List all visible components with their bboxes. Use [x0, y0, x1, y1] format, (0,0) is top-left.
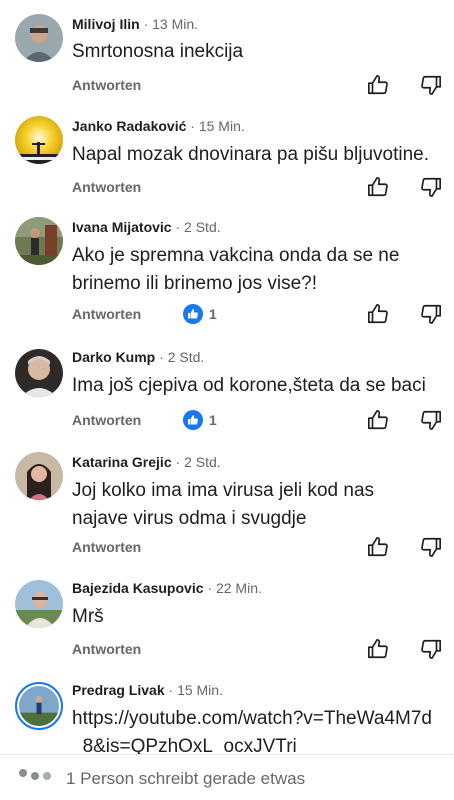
thumbs-up-icon[interactable] — [367, 176, 389, 198]
comment-text: Smrtonosna inekcija — [72, 41, 244, 62]
like-reaction-icon — [183, 410, 203, 430]
reply-button[interactable]: Antworten — [72, 77, 141, 93]
author-name[interactable]: Ivana Mijatovic — [72, 219, 172, 235]
like-reaction[interactable]: 1 — [183, 410, 217, 430]
separator: · — [159, 349, 164, 365]
timestamp: 2 Std. — [184, 454, 221, 470]
like-count: 1 — [209, 306, 217, 322]
like-reaction-icon — [183, 304, 203, 324]
reply-button[interactable]: Antworten — [72, 641, 141, 657]
thumbs-down-icon[interactable] — [420, 303, 442, 325]
separator: · — [143, 16, 149, 32]
comment-text: Joj kolko ima ima virusa jeli kod nas na… — [72, 480, 375, 529]
timestamp: 15 Min. — [177, 682, 223, 698]
comment-header: Ivana Mijatovic · 2 Std. — [72, 219, 221, 235]
comment-link[interactable]: https://youtube.com/watch?v=TheWa4M7d_8&… — [72, 705, 434, 761]
avatar[interactable] — [15, 217, 63, 265]
comment-header: Milivoj Ilin · 13 Min. — [72, 16, 198, 32]
avatar[interactable] — [15, 452, 63, 500]
avatar[interactable] — [15, 682, 63, 730]
thumbs-up-icon[interactable] — [367, 536, 389, 558]
thumbs-down-icon[interactable] — [420, 409, 442, 431]
avatar[interactable] — [15, 116, 63, 164]
author-name[interactable]: Bajezida Kasupovic — [72, 580, 204, 596]
reply-button[interactable]: Antworten — [72, 306, 141, 322]
like-count: 1 — [209, 412, 217, 428]
thumbs-down-icon[interactable] — [420, 176, 442, 198]
typing-text: 1 Person schreibt gerade etwas — [66, 769, 306, 788]
timestamp: 2 Std. — [184, 219, 221, 235]
typing-dots-icon — [19, 769, 51, 780]
timestamp: 2 Std. — [167, 349, 205, 365]
thumbs-down-icon[interactable] — [420, 638, 442, 660]
thumbs-down-icon[interactable] — [420, 74, 442, 96]
thumbs-up-icon[interactable] — [367, 409, 389, 431]
comment-header: Janko Radaković · 15 Min. — [72, 118, 245, 134]
author-name[interactable]: Katarina Grejic — [72, 454, 172, 470]
comment-header: Darko Kump · 2 Std. — [72, 349, 204, 365]
separator: · — [207, 580, 213, 596]
author-name[interactable]: Predrag Livak — [72, 682, 165, 698]
separator: · — [175, 454, 181, 470]
comment-header: Katarina Grejic · 2 Std. — [72, 454, 221, 470]
separator: · — [175, 219, 181, 235]
reply-button[interactable]: Antworten — [72, 179, 141, 195]
comment-text: Mrš — [72, 606, 104, 627]
thumbs-up-icon[interactable] — [367, 74, 389, 96]
comment-text: Napal mozak dnovinara pa pišu bljuvotine… — [72, 144, 429, 165]
reply-button[interactable]: Antworten — [72, 539, 141, 555]
thumbs-down-icon[interactable] — [420, 536, 442, 558]
separator: · — [190, 118, 195, 134]
avatar[interactable] — [15, 349, 63, 397]
avatar[interactable] — [15, 580, 63, 628]
comment-header: Bajezida Kasupovic · 22 Min. — [72, 580, 262, 596]
avatar[interactable] — [15, 14, 63, 62]
comment-text: Ima još cjepiva od korone,šteta da se ba… — [72, 375, 426, 396]
timestamp: 22 Min. — [215, 580, 262, 596]
author-name[interactable]: Janko Radaković — [72, 118, 186, 134]
reply-button[interactable]: Antworten — [72, 412, 141, 428]
timestamp: 15 Min. — [198, 118, 245, 134]
typing-indicator: 1 Person schreibt gerade etwas — [0, 754, 454, 800]
author-name[interactable]: Milivoj Ilin — [72, 16, 140, 32]
thumbs-up-icon[interactable] — [367, 303, 389, 325]
like-reaction[interactable]: 1 — [183, 304, 217, 324]
separator: · — [168, 682, 174, 698]
timestamp: 13 Min. — [152, 16, 199, 32]
comment-text: Ako je spremna vakcina onda da se ne bri… — [72, 245, 400, 294]
thumbs-up-icon[interactable] — [367, 638, 389, 660]
author-name[interactable]: Darko Kump — [72, 349, 155, 365]
comment-header: Predrag Livak · 15 Min. — [72, 682, 223, 698]
